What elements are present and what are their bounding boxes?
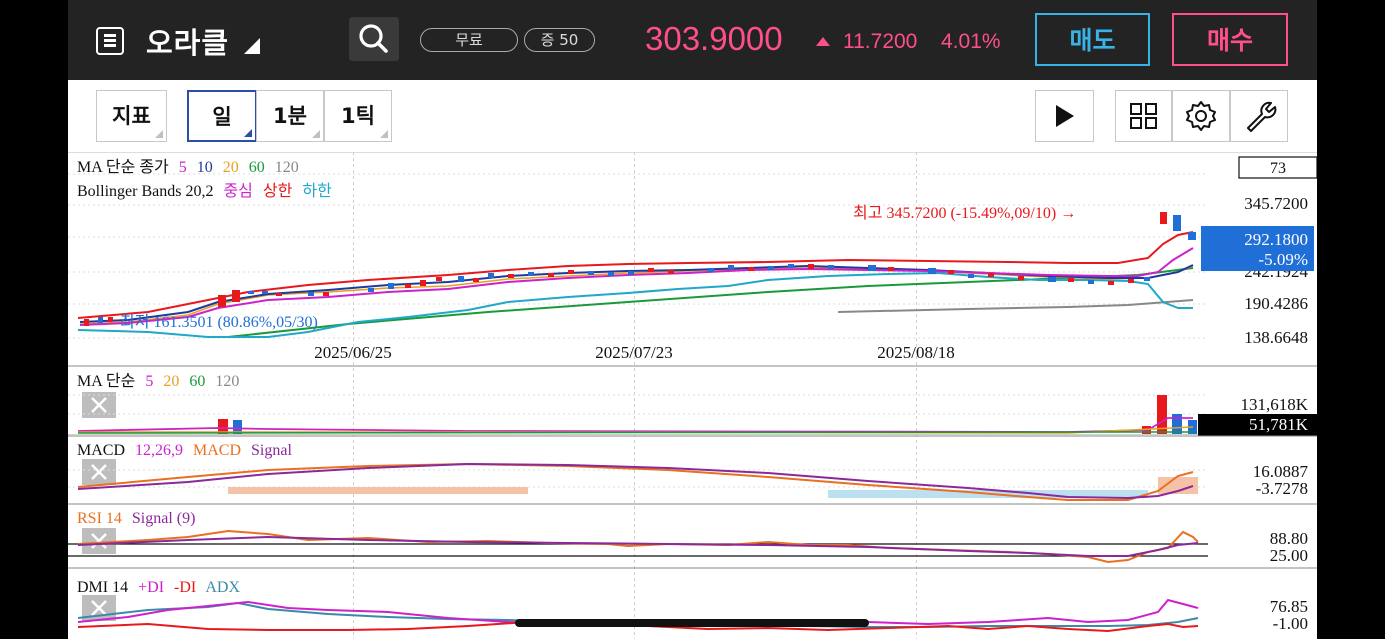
ma5-legend: 5 <box>179 159 187 176</box>
dmi-minus-legend: -DI <box>174 579 196 596</box>
period-1tick-label: 1틱 <box>341 104 375 128</box>
ma-legend-label: MA 단순 종가 <box>77 158 169 176</box>
high-annotation: 최고 345.7200 (-15.49%,09/10) → <box>853 204 1076 222</box>
rsi-tick-2: 25.00 <box>1270 546 1308 565</box>
indicator-button[interactable]: 지표 <box>96 90 167 142</box>
macd-panel: MACD 12,26,9 MACD Signal 16.0887 -3.7278 <box>68 442 1309 501</box>
free-badge: 무료 <box>420 28 518 52</box>
search-icon <box>359 24 388 53</box>
ma-legend: MA 단순 종가 5 10 20 60 120 <box>77 158 299 176</box>
chart-toolbar: 지표 일 1분 1틱 <box>68 80 1317 153</box>
bb-mid-legend: 중심 <box>223 182 252 200</box>
bb-upper-legend: 상한 <box>263 182 293 200</box>
dmi-legend-label: DMI 14 <box>77 579 128 596</box>
app-window: 오라클 무료 증 50 303.9000 11.7200 4.01% 매도 매수… <box>68 0 1317 639</box>
bb-legend-label: Bollinger Bands 20,2 <box>77 183 213 200</box>
date-tick-1: 2025/06/25 <box>314 343 391 362</box>
menu-icon[interactable] <box>96 27 124 55</box>
scale-box-value: 73 <box>1270 160 1286 177</box>
volume-current: 51,781K <box>1249 415 1309 434</box>
price-panel: MA 단순 종가 5 10 20 60 120 Bollinger Bands … <box>68 156 1317 362</box>
home-indicator <box>515 619 869 627</box>
vol-ma5-legend: 5 <box>145 373 153 390</box>
buy-button[interactable]: 매수 <box>1172 13 1288 66</box>
macd-legend-label: MACD <box>77 442 125 459</box>
price-change: 11.7200 <box>843 30 918 53</box>
dmi-legend: DMI 14 +DI -DI ADX <box>77 579 240 596</box>
macd-tick-2: -3.7278 <box>1256 479 1308 498</box>
current-price-value: 292.1800 <box>1244 230 1308 249</box>
search-button[interactable] <box>349 17 399 61</box>
candles <box>84 212 1196 326</box>
rsi-panel: RSI 14 Signal (9) 88.80 25.00 <box>68 510 1308 565</box>
date-tick-2: 2025/07/23 <box>595 343 672 362</box>
dmi-tick-2: -1.00 <box>1273 614 1308 633</box>
vol-ma60-legend: 60 <box>189 373 205 390</box>
low-annotation: 최저 161.3501 (80.86%,05/30) <box>120 313 318 331</box>
chart-area[interactable]: MA 단순 종가 5 10 20 60 120 Bollinger Bands … <box>68 152 1317 639</box>
period-day-label: 일 <box>212 105 232 129</box>
rsi-legend: RSI 14 Signal (9) <box>77 510 195 527</box>
settings-button[interactable] <box>1172 90 1230 142</box>
period-1min-label: 1분 <box>273 104 307 128</box>
macd-params: 12,26,9 <box>135 442 183 459</box>
macd-signal-legend: Signal <box>251 442 292 459</box>
ma120-line <box>837 299 1194 313</box>
macd-legend: MACD 12,26,9 MACD Signal <box>77 442 292 459</box>
dmi-plus-legend: +DI <box>138 579 164 596</box>
wrench-icon <box>1247 101 1277 132</box>
dmi-adx-legend: ADX <box>205 579 240 596</box>
vol-ma20-legend: 20 <box>163 373 179 390</box>
price-tick-1: 345.7200 <box>1244 194 1308 213</box>
price-change-pct: 4.01% <box>941 30 1001 53</box>
ma60-legend: 60 <box>249 159 265 176</box>
ma20-legend: 20 <box>223 159 239 176</box>
volume-legend: MA 단순 5 20 60 120 <box>77 372 239 390</box>
header-bar: 오라클 무료 증 50 303.9000 11.7200 4.01% 매도 매수 <box>68 0 1317 80</box>
volume-tick-max: 131,618K <box>1240 395 1308 414</box>
indicator-label: 지표 <box>112 104 151 128</box>
play-button[interactable] <box>1035 90 1094 142</box>
ma10-legend: 10 <box>197 159 213 176</box>
current-price: 303.9000 <box>645 20 783 57</box>
vol-ma120-legend: 120 <box>215 373 239 390</box>
date-tick-3: 2025/08/18 <box>877 343 954 362</box>
price-tick-3: 190.4286 <box>1244 294 1308 313</box>
rsi-line <box>77 529 1199 564</box>
period-1tick-tab[interactable]: 1틱 <box>324 90 392 142</box>
rsi-signal-legend: Signal (9) <box>132 510 196 527</box>
grid-layout-icon <box>1130 103 1157 129</box>
margin-badge: 증 50 <box>524 28 595 52</box>
vol-ma5-line <box>77 417 1193 433</box>
price-tick-4: 138.6648 <box>1244 328 1308 347</box>
vol-ma60-line <box>77 431 1194 434</box>
up-arrow-icon <box>816 37 830 46</box>
stock-title[interactable]: 오라클 <box>146 20 229 62</box>
gear-icon <box>1186 101 1216 131</box>
period-1min-tab[interactable]: 1분 <box>256 90 324 142</box>
period-day-tab[interactable]: 일 <box>187 90 257 142</box>
rsi-legend-label: RSI 14 <box>77 510 122 527</box>
volume-panel: MA 단순 5 20 60 120 131,618K 51,781K <box>68 372 1317 436</box>
bb-legend: Bollinger Bands 20,2 중심 상한 하한 <box>77 182 332 200</box>
current-price-pct: -5.09% <box>1258 250 1308 269</box>
dropdown-caret-icon[interactable] <box>244 38 260 54</box>
layout-button[interactable] <box>1115 90 1172 142</box>
sell-button[interactable]: 매도 <box>1035 13 1150 66</box>
play-icon <box>1056 105 1074 127</box>
tools-button[interactable] <box>1230 90 1288 142</box>
bb-lower-legend: 하한 <box>302 182 332 200</box>
volume-legend-label: MA 단순 <box>77 372 135 390</box>
close-macd-icon[interactable] <box>82 459 116 485</box>
macd-line-legend: MACD <box>193 442 241 459</box>
close-rsi-icon[interactable] <box>82 528 116 554</box>
ma120-legend: 120 <box>275 159 299 176</box>
